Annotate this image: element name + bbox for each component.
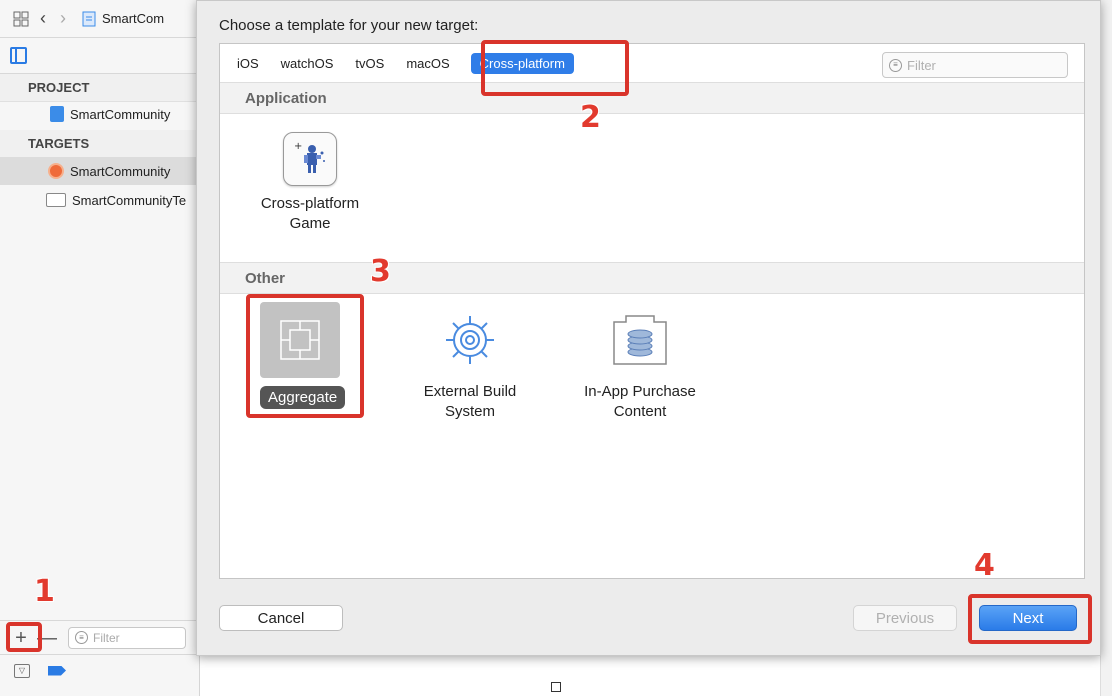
gear-icon bbox=[390, 310, 550, 370]
cursor-marker bbox=[551, 682, 561, 692]
template-filter-field[interactable]: ≡ Filter bbox=[882, 52, 1068, 78]
tab-macos[interactable]: macOS bbox=[397, 53, 458, 74]
debug-bar: ▽ bbox=[0, 654, 200, 686]
in-app-content-icon bbox=[560, 310, 720, 370]
step-number-3: 3 bbox=[370, 254, 391, 289]
breakpoint-icon[interactable] bbox=[48, 665, 66, 676]
filter-icon: ≡ bbox=[889, 58, 902, 72]
filter-icon: ≡ bbox=[75, 631, 88, 644]
step-number-2: 2 bbox=[580, 100, 601, 135]
external-build-system-template[interactable]: External Build System bbox=[390, 310, 550, 422]
project-section-header: PROJECT bbox=[0, 74, 200, 102]
project-item[interactable]: SmartCommunity bbox=[0, 100, 200, 128]
bundle-icon bbox=[46, 193, 66, 207]
target-item-label: SmartCommunity bbox=[70, 163, 171, 179]
step-number-1: 1 bbox=[34, 574, 55, 609]
highlight-next-button bbox=[968, 594, 1092, 644]
highlight-cross-platform-tab bbox=[481, 40, 629, 96]
hide-debug-area-icon[interactable]: ▽ bbox=[14, 663, 30, 678]
target-item[interactable]: SmartCommunity bbox=[0, 157, 200, 185]
highlight-aggregate-template bbox=[246, 294, 364, 418]
jump-bar-file-name[interactable]: SmartCom bbox=[102, 11, 164, 26]
project-navigator: ‹ › SmartCom PROJECT SmartCommunity TARG… bbox=[0, 0, 200, 696]
tab-ios[interactable]: iOS bbox=[228, 53, 268, 74]
forward-arrow-icon[interactable]: › bbox=[60, 8, 66, 29]
previous-button[interactable]: Previous bbox=[853, 605, 957, 631]
cancel-button[interactable]: Cancel bbox=[219, 605, 343, 631]
project-file-icon bbox=[80, 10, 98, 28]
application-group-header: Application bbox=[220, 82, 1084, 114]
step-number-4: 4 bbox=[974, 548, 995, 583]
target-item[interactable]: SmartCommunityTe bbox=[0, 186, 200, 214]
back-arrow-icon[interactable]: ‹ bbox=[40, 8, 46, 29]
game-icon: + bbox=[283, 132, 337, 186]
grid-icon[interactable] bbox=[12, 10, 30, 28]
tab-tvos[interactable]: tvOS bbox=[346, 53, 393, 74]
external-build-template-label: External Build System bbox=[423, 383, 517, 420]
platform-tabbar: iOS watchOS tvOS macOS Cross-platform ≡ … bbox=[220, 44, 1084, 82]
in-app-template-label: In-App Purchase Content bbox=[584, 383, 696, 420]
cross-platform-game-template[interactable]: + Cross-platform Game bbox=[230, 132, 390, 234]
game-template-label: Cross-platform Game bbox=[260, 195, 360, 232]
sheet-title: Choose a template for your new target: bbox=[219, 17, 479, 34]
in-app-purchase-content-template[interactable]: In-App Purchase Content bbox=[560, 310, 720, 422]
editor-background-edge bbox=[1100, 0, 1112, 696]
app-icon bbox=[48, 163, 64, 179]
navigator-filter-field[interactable]: ≡ Filter bbox=[68, 626, 186, 649]
sidebar-panel-icon[interactable] bbox=[10, 47, 27, 64]
template-filter-placeholder: Filter bbox=[907, 57, 936, 73]
navigator-filter-placeholder: Filter bbox=[93, 630, 120, 645]
svg-text:+: + bbox=[294, 141, 302, 152]
navigator-toolbar bbox=[0, 38, 200, 74]
project-icon bbox=[50, 106, 64, 122]
target-item-label: SmartCommunityTe bbox=[72, 192, 187, 208]
project-item-label: SmartCommunity bbox=[70, 106, 171, 122]
other-group-header: Other bbox=[220, 262, 1084, 294]
targets-section-header: TARGETS bbox=[0, 130, 200, 158]
highlight-add-button bbox=[6, 622, 42, 652]
jump-bar: ‹ › SmartCom bbox=[0, 0, 200, 38]
tab-watchos[interactable]: watchOS bbox=[272, 53, 343, 74]
